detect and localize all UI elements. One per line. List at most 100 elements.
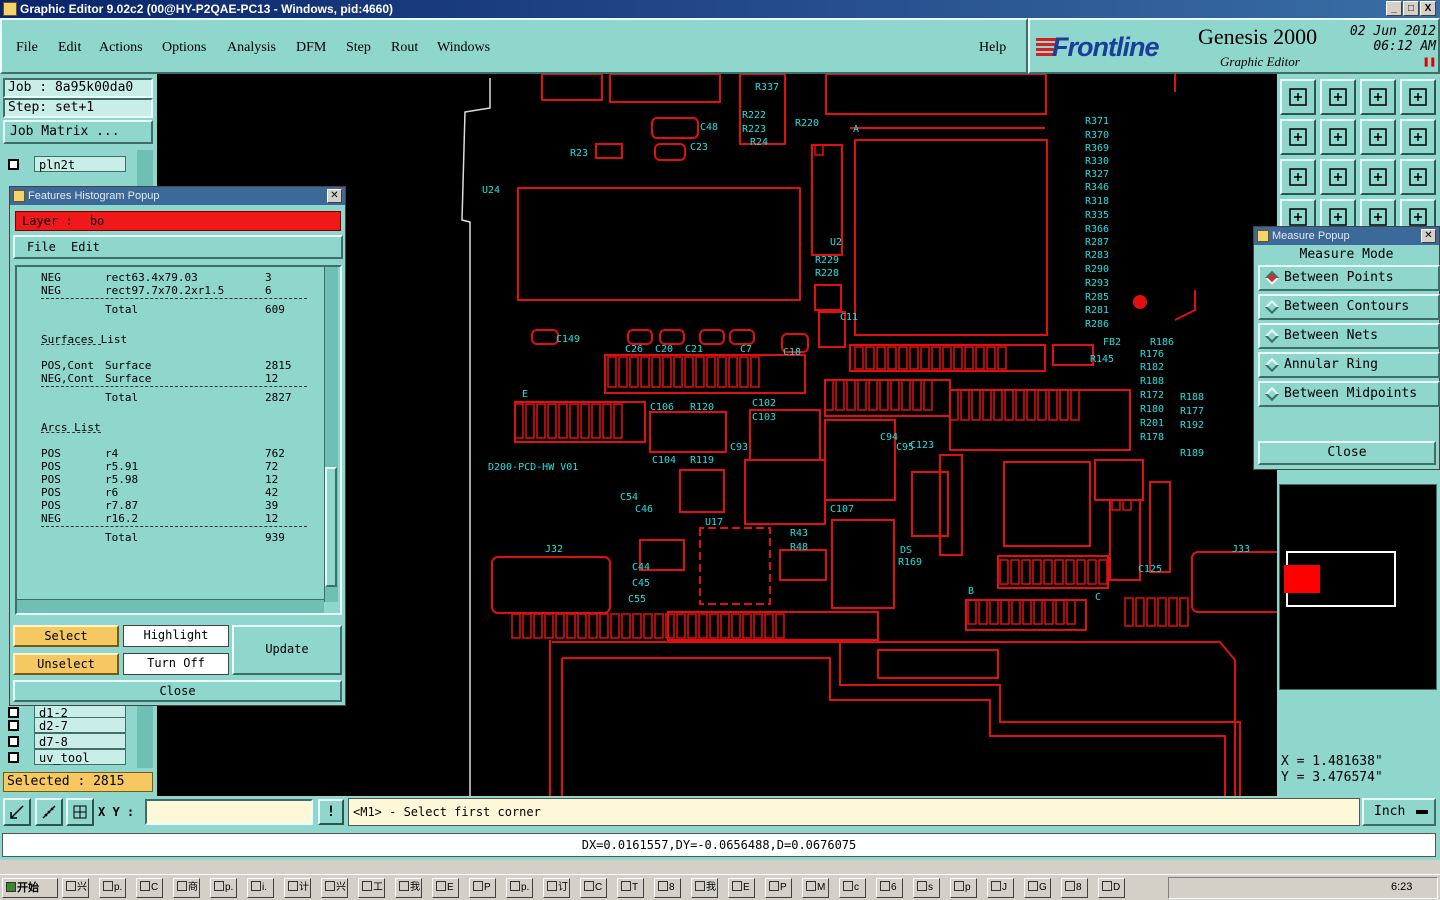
menu-rout[interactable]: Rout bbox=[391, 40, 418, 56]
task-button[interactable]: i. bbox=[247, 878, 274, 898]
task-button[interactable]: 兴 bbox=[321, 878, 348, 898]
task-button[interactable]: 8 bbox=[1061, 878, 1088, 898]
back-icon[interactable] bbox=[1280, 119, 1316, 155]
update-button[interactable]: Update bbox=[232, 625, 342, 675]
layer-row-d7-8[interactable]: d7-8 bbox=[4, 733, 126, 749]
task-button[interactable]: T bbox=[617, 878, 644, 898]
histogram-close-button[interactable]: Close bbox=[13, 680, 342, 702]
features-histogram-popup: Features Histogram Popup ✕ Layer : bo Fi… bbox=[9, 186, 346, 706]
histogram-close-icon[interactable]: ✕ bbox=[327, 189, 342, 203]
turn-off-button[interactable]: Turn Off bbox=[123, 653, 229, 675]
xy-input[interactable] bbox=[145, 799, 313, 825]
menu-windows[interactable]: Windows bbox=[437, 40, 490, 56]
task-button[interactable]: p. bbox=[99, 878, 126, 898]
histogram-menu-file[interactable]: File bbox=[27, 240, 56, 254]
menu-help[interactable]: Help bbox=[979, 40, 1006, 56]
home-icon[interactable] bbox=[1280, 79, 1316, 115]
close-window-button[interactable]: X bbox=[1420, 1, 1436, 16]
histogram-vscroll-thumb[interactable] bbox=[325, 467, 337, 587]
zoom-fit-icon[interactable] bbox=[3, 798, 31, 826]
house-icon[interactable] bbox=[1360, 79, 1396, 115]
start-button[interactable]: 开始 bbox=[2, 878, 58, 898]
layer-checkbox[interactable] bbox=[8, 159, 19, 170]
menu-actions[interactable]: Actions bbox=[99, 40, 143, 56]
task-button[interactable]: p. bbox=[210, 878, 237, 898]
histogram-hscrollbar[interactable] bbox=[17, 599, 324, 613]
smd-pad bbox=[824, 379, 834, 411]
units-select[interactable]: Inch bbox=[1362, 798, 1436, 826]
task-button[interactable]: G bbox=[1024, 878, 1051, 898]
task-button[interactable]: 兴 bbox=[62, 878, 89, 898]
layer-checkbox[interactable] bbox=[8, 720, 19, 731]
task-button[interactable]: P bbox=[469, 878, 496, 898]
smd-pad bbox=[599, 613, 609, 639]
row-count: 2827 bbox=[265, 391, 292, 404]
job-matrix-button[interactable]: Job Matrix ... bbox=[3, 120, 153, 144]
measure-close-button[interactable]: Close bbox=[1258, 441, 1436, 465]
maximize-button[interactable]: □ bbox=[1403, 1, 1419, 16]
task-button[interactable]: 商 bbox=[173, 878, 200, 898]
mode-between-points[interactable]: Between Points bbox=[1258, 265, 1440, 291]
menu-edit[interactable]: Edit bbox=[58, 40, 81, 56]
smd-pad bbox=[1022, 599, 1032, 625]
board-label: C125 bbox=[1138, 564, 1162, 575]
task-button[interactable]: J bbox=[987, 878, 1014, 898]
select-button[interactable]: Select bbox=[13, 625, 119, 647]
task-button[interactable]: c bbox=[839, 878, 866, 898]
help-icon[interactable] bbox=[1400, 159, 1436, 195]
minimize-button[interactable]: _ bbox=[1386, 1, 1402, 16]
task-icon bbox=[362, 881, 372, 891]
zoom-fit-icon[interactable] bbox=[1280, 159, 1316, 195]
task-button[interactable]: 我 bbox=[691, 878, 718, 898]
task-button[interactable]: s bbox=[913, 878, 940, 898]
task-button[interactable]: C bbox=[580, 878, 607, 898]
menu-options[interactable]: Options bbox=[162, 40, 206, 56]
task-button[interactable]: 计 bbox=[284, 878, 311, 898]
task-button[interactable]: P bbox=[765, 878, 792, 898]
layer-row-d2-7[interactable]: d2-7 bbox=[4, 717, 126, 733]
histogram-menu-edit[interactable]: Edit bbox=[71, 240, 100, 254]
forward-icon[interactable] bbox=[1320, 119, 1356, 155]
mode-between-nets[interactable]: Between Nets bbox=[1258, 323, 1440, 349]
row-type: NEG bbox=[41, 284, 61, 297]
overview-map[interactable] bbox=[1279, 484, 1437, 690]
save-icon[interactable] bbox=[1320, 79, 1356, 115]
menu-analysis[interactable]: Analysis bbox=[227, 40, 276, 56]
swap-icon[interactable] bbox=[1360, 119, 1396, 155]
task-button[interactable]: 6 bbox=[876, 878, 903, 898]
task-button[interactable]: E bbox=[728, 878, 755, 898]
layer-row-pln2t[interactable]: pln2t bbox=[4, 156, 126, 172]
task-button[interactable]: 我 bbox=[395, 878, 422, 898]
task-button[interactable]: E bbox=[432, 878, 459, 898]
route-icon[interactable] bbox=[1400, 119, 1436, 155]
mode-between-midpoints[interactable]: Between Midpoints bbox=[1258, 381, 1440, 407]
menu-dfm[interactable]: DFM bbox=[296, 40, 326, 56]
measure-icon[interactable] bbox=[35, 798, 63, 826]
highlight-button[interactable]: Highlight bbox=[123, 625, 229, 647]
task-button[interactable]: 8 bbox=[654, 878, 681, 898]
mode-annular-ring[interactable]: Annular Ring bbox=[1258, 352, 1440, 378]
task-button[interactable]: M bbox=[802, 878, 829, 898]
pan-icon[interactable] bbox=[1320, 159, 1356, 195]
task-button[interactable]: 订 bbox=[543, 878, 570, 898]
split-view-icon[interactable] bbox=[1400, 79, 1436, 115]
radio-icon bbox=[1264, 357, 1280, 373]
grid-icon[interactable] bbox=[66, 798, 94, 826]
task-button[interactable]: C bbox=[136, 878, 163, 898]
mode-between-contours[interactable]: Between Contours bbox=[1258, 294, 1440, 320]
histogram-vscrollbar[interactable] bbox=[324, 267, 338, 602]
layer-row-uv-tool[interactable]: uv_tool bbox=[4, 749, 126, 765]
task-button[interactable]: 工 bbox=[358, 878, 385, 898]
unselect-button[interactable]: Unselect bbox=[13, 653, 119, 675]
warning-icon[interactable]: ! bbox=[318, 799, 344, 825]
scale-1to1-icon[interactable] bbox=[1360, 159, 1396, 195]
task-button[interactable]: p. bbox=[506, 878, 533, 898]
measure-close-icon[interactable]: ✕ bbox=[1421, 229, 1436, 243]
layer-checkbox[interactable] bbox=[8, 752, 19, 763]
layer-checkbox[interactable] bbox=[8, 736, 19, 747]
menu-file[interactable]: File bbox=[16, 40, 38, 56]
task-button[interactable]: p bbox=[950, 878, 977, 898]
smd-pad bbox=[673, 356, 683, 388]
task-button[interactable]: D bbox=[1098, 878, 1125, 898]
menu-step[interactable]: Step bbox=[346, 40, 371, 56]
